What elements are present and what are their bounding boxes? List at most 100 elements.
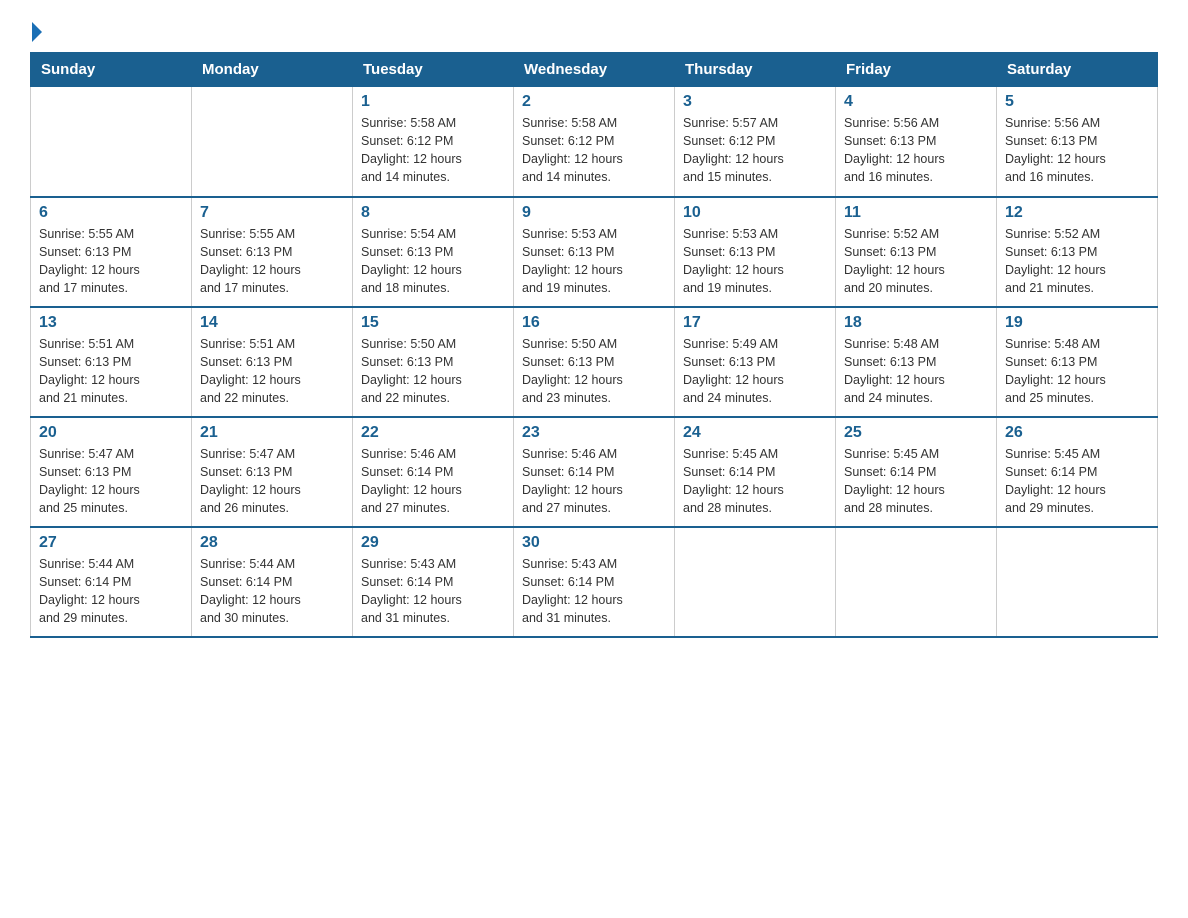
day-info: Sunrise: 5:46 AM Sunset: 6:14 PM Dayligh… — [522, 445, 666, 518]
day-number: 13 — [39, 314, 183, 332]
calendar-cell: 20 Sunrise: 5:47 AM Sunset: 6:13 PM Dayli… — [31, 417, 192, 527]
calendar-cell: 27Sunrise: 5:44 AM Sunset: 6:14 PM Dayli… — [31, 527, 192, 637]
day-info: Sunrise: 5:54 AM Sunset: 6:13 PM Dayligh… — [361, 225, 505, 298]
calendar-cell — [31, 87, 192, 197]
day-number: 14 — [200, 314, 344, 332]
weekday-header-thursday: Thursday — [675, 53, 836, 87]
calendar-cell: 25 Sunrise: 5:45 AM Sunset: 6:14 PM Dayli… — [836, 417, 997, 527]
weekday-header-tuesday: Tuesday — [353, 53, 514, 87]
page-header — [30, 20, 1158, 42]
calendar-cell: 29 Sunrise: 5:43 AM Sunset: 6:14 PM Dayli… — [353, 527, 514, 637]
day-number: 5 — [1005, 93, 1149, 111]
day-number: 2 — [522, 93, 666, 111]
weekday-header-friday: Friday — [836, 53, 997, 87]
calendar-cell: 5 Sunrise: 5:56 AM Sunset: 6:13 PM Daylig… — [997, 87, 1158, 197]
day-info: Sunrise: 5:51 AM Sunset: 6:13 PM Dayligh… — [200, 335, 344, 408]
calendar-week-row: 27Sunrise: 5:44 AM Sunset: 6:14 PM Dayli… — [31, 527, 1158, 637]
day-info: Sunrise: 5:45 AM Sunset: 6:14 PM Dayligh… — [1005, 445, 1149, 518]
day-info: Sunrise: 5:57 AM Sunset: 6:12 PM Dayligh… — [683, 114, 827, 187]
day-info: Sunrise: 5:56 AM Sunset: 6:13 PM Dayligh… — [1005, 114, 1149, 187]
day-info: Sunrise: 5:47 AM Sunset: 6:13 PM Dayligh… — [200, 445, 344, 518]
day-number: 29 — [361, 534, 505, 552]
calendar-cell: 14 Sunrise: 5:51 AM Sunset: 6:13 PM Dayli… — [192, 307, 353, 417]
calendar-table: SundayMondayTuesdayWednesdayThursdayFrid… — [30, 52, 1158, 638]
day-info: Sunrise: 5:55 AM Sunset: 6:13 PM Dayligh… — [39, 225, 183, 298]
calendar-cell — [192, 87, 353, 197]
calendar-cell: 13 Sunrise: 5:51 AM Sunset: 6:13 PM Dayli… — [31, 307, 192, 417]
calendar-cell: 6 Sunrise: 5:55 AM Sunset: 6:13 PM Daylig… — [31, 197, 192, 307]
day-info: Sunrise: 5:50 AM Sunset: 6:13 PM Dayligh… — [522, 335, 666, 408]
day-info: Sunrise: 5:52 AM Sunset: 6:13 PM Dayligh… — [1005, 225, 1149, 298]
day-info: Sunrise: 5:58 AM Sunset: 6:12 PM Dayligh… — [522, 114, 666, 187]
calendar-cell — [836, 527, 997, 637]
logo — [30, 26, 42, 42]
calendar-week-row: 1 Sunrise: 5:58 AM Sunset: 6:12 PM Daylig… — [31, 87, 1158, 197]
day-number: 24 — [683, 424, 827, 442]
calendar-week-row: 6 Sunrise: 5:55 AM Sunset: 6:13 PM Daylig… — [31, 197, 1158, 307]
day-number: 7 — [200, 204, 344, 222]
day-info: Sunrise: 5:50 AM Sunset: 6:13 PM Dayligh… — [361, 335, 505, 408]
day-info: Sunrise: 5:44 AM Sunset: 6:14 PM Dayligh… — [200, 555, 344, 628]
day-number: 9 — [522, 204, 666, 222]
day-number: 30 — [522, 534, 666, 552]
calendar-cell: 12 Sunrise: 5:52 AM Sunset: 6:13 PM Dayli… — [997, 197, 1158, 307]
day-info: Sunrise: 5:53 AM Sunset: 6:13 PM Dayligh… — [522, 225, 666, 298]
day-info: Sunrise: 5:58 AM Sunset: 6:12 PM Dayligh… — [361, 114, 505, 187]
day-info: Sunrise: 5:43 AM Sunset: 6:14 PM Dayligh… — [522, 555, 666, 628]
calendar-cell: 19Sunrise: 5:48 AM Sunset: 6:13 PM Dayli… — [997, 307, 1158, 417]
day-number: 21 — [200, 424, 344, 442]
day-info: Sunrise: 5:44 AM Sunset: 6:14 PM Dayligh… — [39, 555, 183, 628]
calendar-cell: 1 Sunrise: 5:58 AM Sunset: 6:12 PM Daylig… — [353, 87, 514, 197]
day-number: 28 — [200, 534, 344, 552]
calendar-cell: 28 Sunrise: 5:44 AM Sunset: 6:14 PM Dayli… — [192, 527, 353, 637]
day-number: 3 — [683, 93, 827, 111]
calendar-cell: 18 Sunrise: 5:48 AM Sunset: 6:13 PM Dayli… — [836, 307, 997, 417]
day-info: Sunrise: 5:49 AM Sunset: 6:13 PM Dayligh… — [683, 335, 827, 408]
logo-arrow-icon — [32, 22, 42, 42]
day-info: Sunrise: 5:56 AM Sunset: 6:13 PM Dayligh… — [844, 114, 988, 187]
calendar-week-row: 20 Sunrise: 5:47 AM Sunset: 6:13 PM Dayli… — [31, 417, 1158, 527]
calendar-cell: 7 Sunrise: 5:55 AM Sunset: 6:13 PM Daylig… — [192, 197, 353, 307]
day-info: Sunrise: 5:45 AM Sunset: 6:14 PM Dayligh… — [844, 445, 988, 518]
weekday-header-wednesday: Wednesday — [514, 53, 675, 87]
day-number: 1 — [361, 93, 505, 111]
day-number: 26 — [1005, 424, 1149, 442]
day-info: Sunrise: 5:55 AM Sunset: 6:13 PM Dayligh… — [200, 225, 344, 298]
day-number: 22 — [361, 424, 505, 442]
day-info: Sunrise: 5:43 AM Sunset: 6:14 PM Dayligh… — [361, 555, 505, 628]
day-info: Sunrise: 5:52 AM Sunset: 6:13 PM Dayligh… — [844, 225, 988, 298]
day-number: 12 — [1005, 204, 1149, 222]
calendar-cell: 11 Sunrise: 5:52 AM Sunset: 6:13 PM Dayli… — [836, 197, 997, 307]
calendar-cell: 3 Sunrise: 5:57 AM Sunset: 6:12 PM Daylig… — [675, 87, 836, 197]
calendar-cell: 17 Sunrise: 5:49 AM Sunset: 6:13 PM Dayli… — [675, 307, 836, 417]
day-number: 19 — [1005, 314, 1149, 332]
day-number: 18 — [844, 314, 988, 332]
calendar-cell: 30 Sunrise: 5:43 AM Sunset: 6:14 PM Dayli… — [514, 527, 675, 637]
day-info: Sunrise: 5:45 AM Sunset: 6:14 PM Dayligh… — [683, 445, 827, 518]
calendar-cell: 21 Sunrise: 5:47 AM Sunset: 6:13 PM Dayli… — [192, 417, 353, 527]
day-number: 8 — [361, 204, 505, 222]
day-number: 17 — [683, 314, 827, 332]
day-number: 16 — [522, 314, 666, 332]
weekday-header-monday: Monday — [192, 53, 353, 87]
calendar-cell: 15Sunrise: 5:50 AM Sunset: 6:13 PM Dayli… — [353, 307, 514, 417]
day-number: 20 — [39, 424, 183, 442]
calendar-cell: 16 Sunrise: 5:50 AM Sunset: 6:13 PM Dayli… — [514, 307, 675, 417]
calendar-cell: 26 Sunrise: 5:45 AM Sunset: 6:14 PM Dayli… — [997, 417, 1158, 527]
day-number: 10 — [683, 204, 827, 222]
day-number: 11 — [844, 204, 988, 222]
calendar-cell: 9 Sunrise: 5:53 AM Sunset: 6:13 PM Daylig… — [514, 197, 675, 307]
day-number: 4 — [844, 93, 988, 111]
day-info: Sunrise: 5:53 AM Sunset: 6:13 PM Dayligh… — [683, 225, 827, 298]
weekday-header-saturday: Saturday — [997, 53, 1158, 87]
weekday-header-sunday: Sunday — [31, 53, 192, 87]
calendar-cell — [997, 527, 1158, 637]
day-info: Sunrise: 5:48 AM Sunset: 6:13 PM Dayligh… — [844, 335, 988, 408]
calendar-cell: 24 Sunrise: 5:45 AM Sunset: 6:14 PM Dayli… — [675, 417, 836, 527]
day-info: Sunrise: 5:47 AM Sunset: 6:13 PM Dayligh… — [39, 445, 183, 518]
day-number: 6 — [39, 204, 183, 222]
day-info: Sunrise: 5:51 AM Sunset: 6:13 PM Dayligh… — [39, 335, 183, 408]
calendar-cell — [675, 527, 836, 637]
day-number: 25 — [844, 424, 988, 442]
calendar-header-row: SundayMondayTuesdayWednesdayThursdayFrid… — [31, 53, 1158, 87]
